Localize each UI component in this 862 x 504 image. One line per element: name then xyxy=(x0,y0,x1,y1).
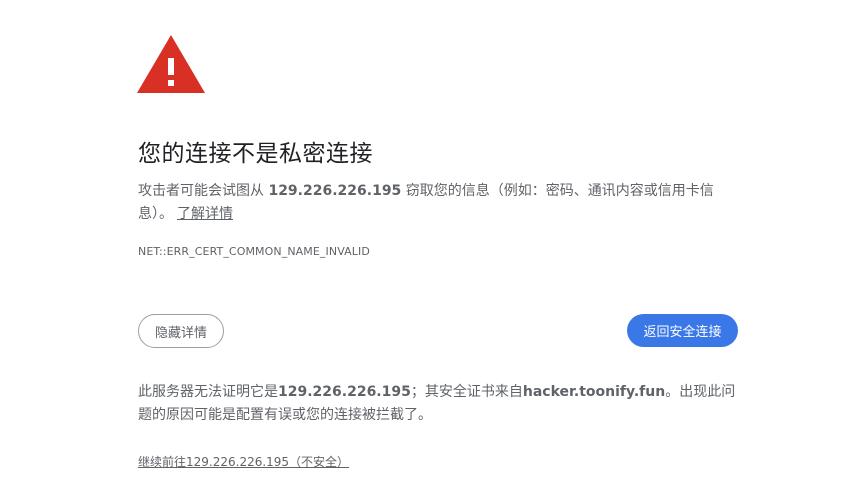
error-description: 攻击者可能会试图从 129.226.226.195 窃取您的信息（例如：密码、通… xyxy=(138,180,738,226)
interstitial-page: 您的连接不是私密连接 攻击者可能会试图从 129.226.226.195 窃取您… xyxy=(0,0,862,504)
details-host: 129.226.226.195 xyxy=(278,384,411,400)
details-part2: ；其安全证书来自 xyxy=(410,384,523,400)
warning-triangle-icon xyxy=(137,35,205,93)
error-code: NET::ERR_CERT_COMMON_NAME_INVALID xyxy=(138,245,370,258)
details-explanation: 此服务器无法证明它是129.226.226.195；其安全证书来自hacker.… xyxy=(138,381,738,427)
page-title: 您的连接不是私密连接 xyxy=(138,141,373,167)
certificate-domain: hacker.toonify.fun xyxy=(522,384,666,400)
description-prefix: 攻击者可能会试图从 xyxy=(138,183,269,199)
target-host: 129.226.226.195 xyxy=(268,183,402,199)
learn-more-link[interactable]: 了解详情 xyxy=(177,206,233,222)
details-part1: 此服务器无法证明它是 xyxy=(138,384,278,400)
proceed-unsafe-link[interactable]: 继续前往129.226.226.195（不安全） xyxy=(138,453,349,470)
back-to-safety-button[interactable]: 返回安全连接 xyxy=(627,314,738,347)
hide-details-button[interactable]: 隐藏详情 xyxy=(138,314,224,348)
